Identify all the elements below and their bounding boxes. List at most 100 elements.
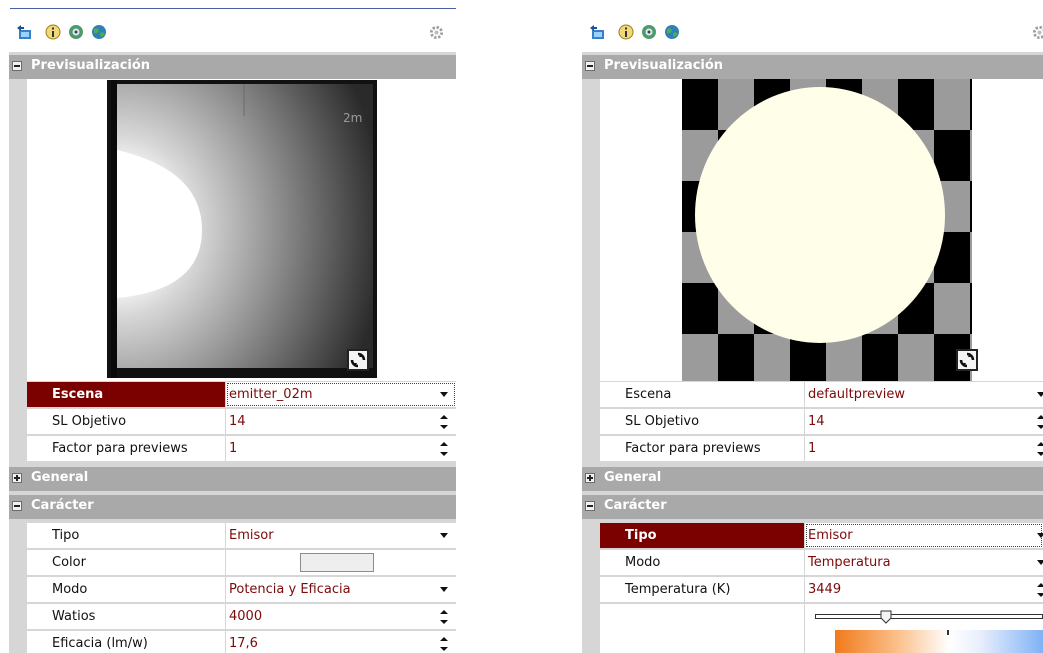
refresh-icon <box>350 352 366 368</box>
property-label: Watios <box>27 604 225 629</box>
preview-section-header[interactable]: Previsualización <box>9 55 456 79</box>
property-row-modo[interactable]: Modo Temperatura <box>600 550 1043 576</box>
collapse-icon[interactable] <box>12 61 22 71</box>
property-value: 4000 <box>229 609 263 624</box>
temperature-slider-cell[interactable] <box>805 604 1043 653</box>
property-row-factor-previews[interactable]: Factor para previews 1 <box>600 436 1043 462</box>
property-row-temperature-slider[interactable] <box>600 604 1043 653</box>
spinner-arrows-icon[interactable] <box>1037 415 1043 429</box>
section-title: Carácter <box>31 498 94 513</box>
property-label: SL Objetivo <box>27 409 225 434</box>
section-title: Previsualización <box>604 58 724 73</box>
property-row-sl-objetivo[interactable]: SL Objetivo 14 <box>27 409 456 435</box>
spinner-arrows-icon[interactable] <box>1037 442 1043 456</box>
watios-spinner[interactable]: 4000 <box>226 604 456 629</box>
factor-previews-spinner[interactable]: 1 <box>226 436 456 461</box>
property-row-escena[interactable]: Escena emitter_02m <box>27 382 456 408</box>
modo-dropdown[interactable]: Potencia y Eficacia <box>226 577 456 602</box>
property-value: 14 <box>229 414 246 429</box>
spinner-arrows-icon[interactable] <box>440 415 448 429</box>
camera-icon[interactable] <box>641 24 657 40</box>
dropdown-arrow-icon[interactable] <box>1037 560 1043 565</box>
property-row-eficacia[interactable]: Eficacia (lm/w) 17,6 <box>27 631 456 653</box>
sphere-preview-image <box>682 79 972 381</box>
property-row-escena[interactable]: Escena defaultpreview <box>600 382 1043 408</box>
empty-label-cell <box>600 604 804 653</box>
tipo-dropdown[interactable]: Emisor <box>226 523 456 548</box>
color-picker[interactable] <box>226 550 456 575</box>
character-section-header[interactable]: Carácter <box>9 495 456 519</box>
modo-dropdown[interactable]: Temperatura <box>805 550 1043 575</box>
gear-icon[interactable] <box>429 25 444 40</box>
property-label: Escena <box>27 382 225 407</box>
property-grid: Previsualización Escena defaultpreview S… <box>582 52 1043 653</box>
dropdown-arrow-icon[interactable] <box>440 587 448 592</box>
preview-area: 2m <box>27 79 456 381</box>
character-section-header[interactable]: Carácter <box>582 495 1043 519</box>
emitter-preview-image <box>107 80 377 378</box>
property-row-watios[interactable]: Watios 4000 <box>27 604 456 630</box>
expand-icon[interactable] <box>585 473 595 483</box>
refresh-preview-button[interactable] <box>956 349 978 371</box>
eficacia-spinner[interactable]: 17,6 <box>226 631 456 653</box>
spinner-arrows-icon[interactable] <box>440 610 448 624</box>
property-grid: Previsualización 2m Escena emitter_02m S… <box>9 52 456 653</box>
property-row-tipo[interactable]: Tipo Emisor <box>600 523 1043 549</box>
preview-section-header[interactable]: Previsualización <box>582 55 1043 79</box>
spinner-arrows-icon[interactable] <box>440 637 448 651</box>
expand-icon[interactable] <box>12 473 22 483</box>
toolbar <box>0 0 456 52</box>
property-value: 1 <box>229 441 238 456</box>
general-section-header[interactable]: General <box>582 467 1043 491</box>
back-icon[interactable] <box>16 24 32 40</box>
globe-icon[interactable] <box>664 24 680 40</box>
collapse-icon[interactable] <box>585 501 595 511</box>
property-value: defaultpreview <box>808 387 905 402</box>
property-label: Eficacia (lm/w) <box>27 631 225 653</box>
dropdown-arrow-icon[interactable] <box>440 533 448 538</box>
dropdown-arrow-icon[interactable] <box>1037 533 1043 538</box>
property-row-factor-previews[interactable]: Factor para previews 1 <box>27 436 456 462</box>
section-title: General <box>604 470 662 485</box>
sl-objetivo-spinner[interactable]: 14 <box>226 409 456 434</box>
dropdown-arrow-icon[interactable] <box>440 392 448 397</box>
section-title: Carácter <box>604 498 667 513</box>
property-row-modo[interactable]: Modo Potencia y Eficacia <box>27 577 456 603</box>
globe-icon[interactable] <box>91 24 107 40</box>
property-label: Escena <box>600 382 804 407</box>
temperatura-spinner[interactable]: 3449 <box>805 577 1043 602</box>
tipo-dropdown[interactable]: Emisor <box>805 523 1043 548</box>
camera-icon[interactable] <box>68 24 84 40</box>
spinner-arrows-icon[interactable] <box>440 442 448 456</box>
toolbar-divider <box>10 8 456 9</box>
collapse-icon[interactable] <box>12 501 22 511</box>
temperature-slider-thumb[interactable] <box>880 610 892 624</box>
factor-previews-spinner[interactable]: 1 <box>805 436 1043 461</box>
escena-dropdown[interactable]: emitter_02m <box>226 382 456 407</box>
collapse-icon[interactable] <box>585 61 595 71</box>
property-label: Factor para previews <box>27 436 225 461</box>
refresh-preview-button[interactable] <box>347 349 369 371</box>
back-icon[interactable] <box>589 24 605 40</box>
left-properties-panel: Previsualización 2m Escena emitter_02m S… <box>0 0 456 653</box>
general-section-header[interactable]: General <box>9 467 456 491</box>
temperature-slider-track[interactable] <box>815 614 1043 619</box>
property-row-tipo[interactable]: Tipo Emisor <box>27 523 456 549</box>
property-row-temperatura[interactable]: Temperatura (K) 3449 <box>600 577 1043 603</box>
property-value: Potencia y Eficacia <box>229 582 351 597</box>
dropdown-arrow-icon[interactable] <box>1037 392 1043 397</box>
property-row-sl-objetivo[interactable]: SL Objetivo 14 <box>600 409 1043 435</box>
spinner-arrows-icon[interactable] <box>1037 583 1043 597</box>
property-row-color[interactable]: Color <box>27 550 456 576</box>
property-value: Emisor <box>229 528 274 543</box>
property-value: Temperatura <box>808 555 891 570</box>
gear-icon[interactable] <box>1032 25 1043 40</box>
sl-objetivo-spinner[interactable]: 14 <box>805 409 1043 434</box>
color-swatch[interactable] <box>300 553 374 572</box>
info-icon[interactable] <box>618 24 634 40</box>
info-icon[interactable] <box>45 24 61 40</box>
toolbar <box>573 0 1043 52</box>
escena-dropdown[interactable]: defaultpreview <box>805 382 1043 407</box>
property-value: 3449 <box>808 582 842 597</box>
property-value: 1 <box>808 441 817 456</box>
